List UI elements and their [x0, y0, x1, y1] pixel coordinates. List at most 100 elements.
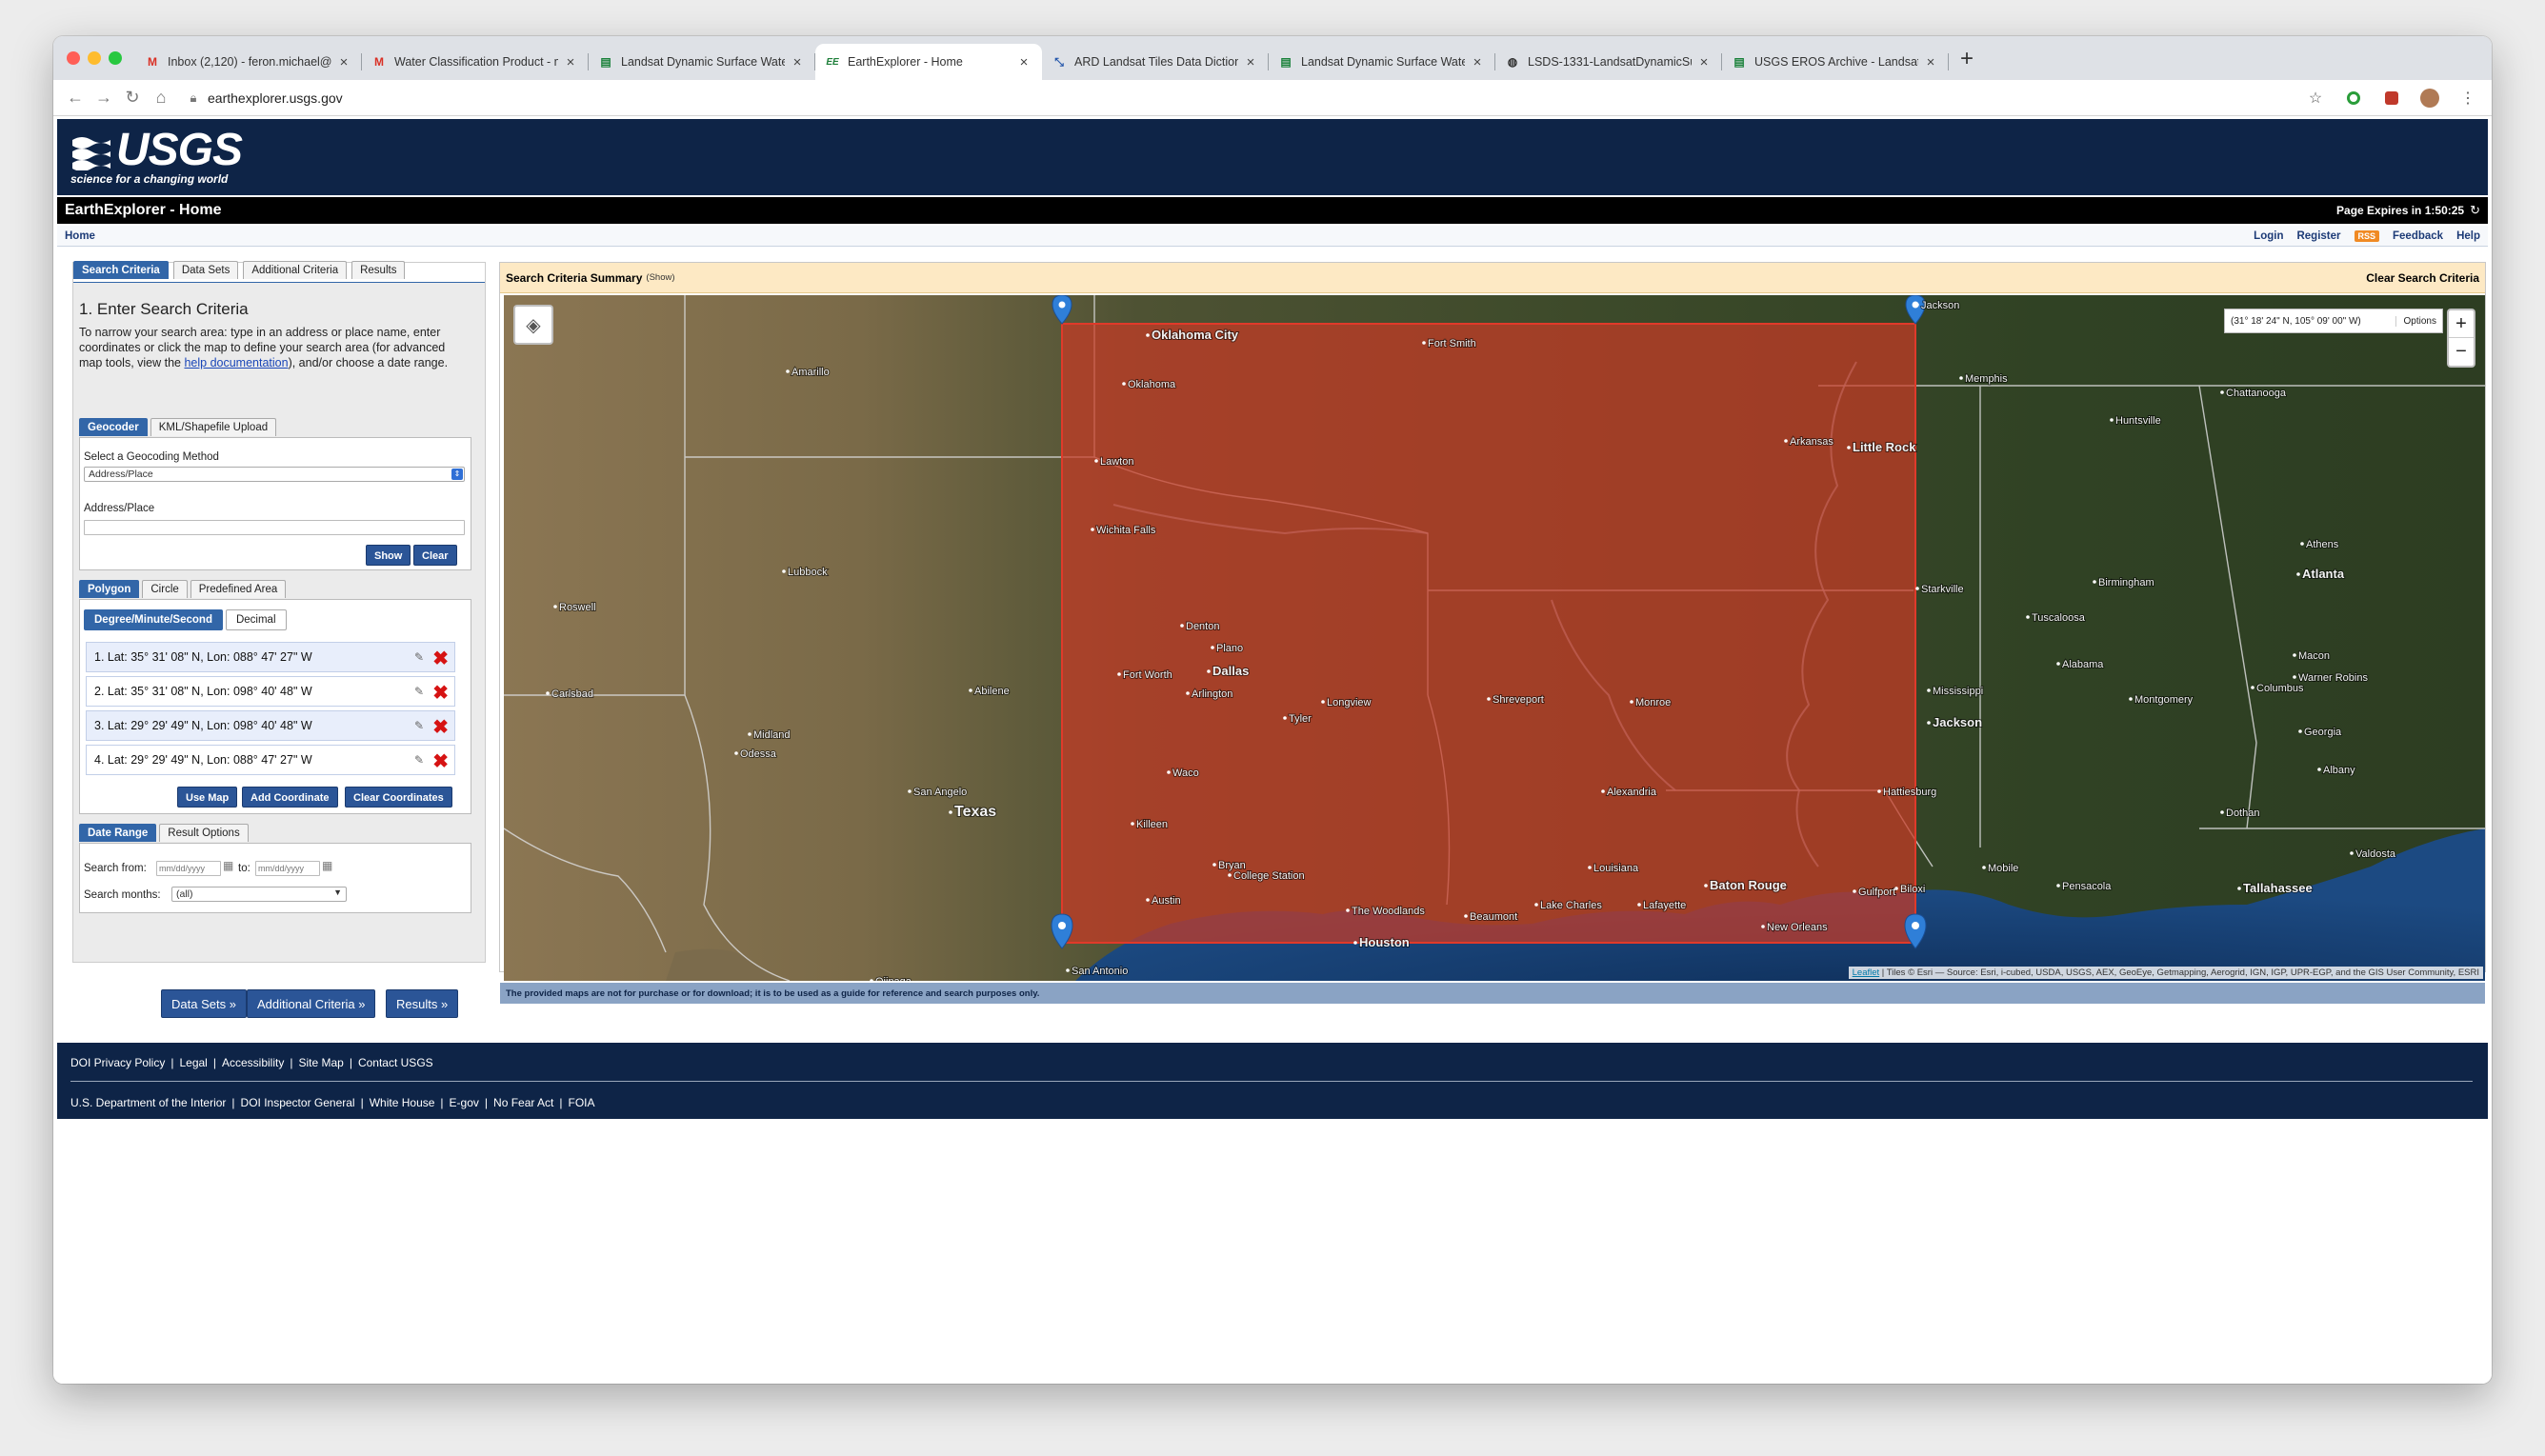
maximize-window-button[interactable]	[109, 51, 122, 65]
browser-tab[interactable]: ◍ LSDS-1331-LandsatDynamicSu ×	[1495, 44, 1722, 80]
clear-coordinates-button[interactable]: Clear Coordinates	[345, 787, 452, 808]
footer-link[interactable]: DOI Inspector General	[241, 1096, 355, 1109]
tab-geocoder[interactable]: Geocoder	[79, 418, 148, 436]
summary-show-link[interactable]: (Show)	[646, 272, 674, 283]
edit-icon[interactable]: ✎	[414, 650, 430, 664]
close-tab-icon[interactable]: ×	[562, 54, 579, 70]
coordinate-row[interactable]: 2. Lat: 35° 31' 08" N, Lon: 098° 40' 48"…	[86, 676, 455, 707]
coordinate-row[interactable]: 4. Lat: 29° 29' 49" N, Lon: 088° 47' 27"…	[86, 745, 455, 775]
edit-icon[interactable]: ✎	[414, 685, 430, 698]
additional-criteria-button[interactable]: Additional Criteria »	[247, 989, 376, 1018]
browser-tab[interactable]: ▤ Landsat Dynamic Surface Water ×	[1269, 44, 1495, 80]
use-map-button[interactable]: Use Map	[177, 787, 238, 808]
close-tab-icon[interactable]: ×	[789, 54, 806, 70]
browser-tab[interactable]: ⤡ ARD Landsat Tiles Data Diction ×	[1042, 44, 1269, 80]
tab-decimal[interactable]: Decimal	[225, 609, 287, 630]
zoom-in-button[interactable]: +	[2449, 310, 2474, 338]
login-link[interactable]: Login	[2254, 230, 2283, 242]
geo-method-select[interactable]: Address/Place ⇕	[84, 467, 465, 482]
help-link[interactable]: Help	[2456, 230, 2480, 242]
footer-link[interactable]: Accessibility	[222, 1056, 284, 1069]
footer-link[interactable]: U.S. Department of the Interior	[70, 1096, 226, 1109]
browser-tab[interactable]: EE EarthExplorer - Home ×	[815, 44, 1042, 80]
close-tab-icon[interactable]: ×	[1695, 54, 1713, 70]
tab-results[interactable]: Results	[351, 261, 406, 279]
add-coordinate-button[interactable]: Add Coordinate	[242, 787, 338, 808]
close-tab-icon[interactable]: ×	[1922, 54, 1939, 70]
minimize-window-button[interactable]	[88, 51, 101, 65]
date-to-input[interactable]	[255, 861, 320, 876]
footer-link[interactable]: No Fear Act	[493, 1096, 553, 1109]
feedback-link[interactable]: Feedback	[2393, 230, 2443, 242]
coordinate-options-button[interactable]: Options	[2395, 315, 2436, 327]
bookmark-star-icon[interactable]: ☆	[2303, 86, 2328, 110]
tab-result-options[interactable]: Result Options	[159, 824, 249, 842]
footer-link[interactable]: Contact USGS	[358, 1056, 433, 1069]
date-from-input[interactable]	[156, 861, 221, 876]
clear-search-criteria-link[interactable]: Clear Search Criteria	[2366, 271, 2479, 285]
tab-dms[interactable]: Degree/Minute/Second	[84, 609, 223, 630]
delete-icon[interactable]: ✖	[432, 749, 449, 773]
close-tab-icon[interactable]: ×	[1242, 54, 1259, 70]
data-sets-button[interactable]: Data Sets »	[161, 989, 247, 1018]
footer-link[interactable]: Legal	[179, 1056, 207, 1069]
browser-menu-icon[interactable]: ⋮	[2455, 86, 2480, 110]
months-select[interactable]: (all) ▼	[171, 887, 347, 902]
browser-tab[interactable]: ▤ USGS EROS Archive - Landsat ×	[1722, 44, 1949, 80]
tab-date-range[interactable]: Date Range	[79, 824, 157, 842]
footer-link[interactable]: FOIA	[569, 1096, 595, 1109]
delete-icon[interactable]: ✖	[432, 715, 449, 739]
profile-avatar[interactable]	[2417, 86, 2442, 110]
delete-icon[interactable]: ✖	[432, 647, 449, 670]
close-window-button[interactable]	[67, 51, 80, 65]
layers-icon[interactable]: ◈	[513, 305, 553, 345]
search-area-polygon[interactable]	[1061, 323, 1916, 944]
refresh-session-icon[interactable]: ↻	[2470, 203, 2480, 218]
footer-link[interactable]: DOI Privacy Policy	[70, 1056, 165, 1069]
new-tab-button[interactable]: +	[1960, 48, 1974, 70]
tab-predefined-area[interactable]: Predefined Area	[190, 580, 287, 598]
map[interactable]: Oklahoma City Amarillo Fort Smith Oklahoma A…	[504, 295, 2485, 981]
footer-link[interactable]: Site Map	[298, 1056, 343, 1069]
back-icon[interactable]: ←	[61, 88, 90, 108]
help-documentation-link[interactable]: help documentation	[184, 356, 288, 369]
usgs-logo[interactable]: USGS science for a changing world	[70, 127, 243, 187]
close-tab-icon[interactable]: ×	[335, 54, 352, 70]
tab-additional-criteria[interactable]: Additional Criteria	[243, 261, 348, 279]
close-tab-icon[interactable]: ×	[1015, 54, 1032, 70]
extension-red-icon[interactable]	[2379, 86, 2404, 110]
browser-tab[interactable]: ▤ Landsat Dynamic Surface Water ×	[589, 44, 815, 80]
clear-button[interactable]: Clear	[413, 545, 457, 566]
coordinate-row[interactable]: 3. Lat: 29° 29' 49" N, Lon: 098° 40' 48"…	[86, 710, 455, 741]
tab-polygon[interactable]: Polygon	[79, 580, 140, 598]
calendar-icon[interactable]: ▦	[322, 859, 332, 872]
browser-tab[interactable]: M Inbox (2,120) - feron.michael@g ×	[135, 44, 362, 80]
rss-icon[interactable]: RSS	[2354, 229, 2380, 242]
browser-tab[interactable]: M Water Classification Product - m ×	[362, 44, 589, 80]
edit-icon[interactable]: ✎	[414, 753, 430, 767]
reload-icon[interactable]: ↻	[118, 88, 147, 108]
calendar-icon[interactable]: ▦	[223, 859, 233, 872]
results-button[interactable]: Results »	[386, 989, 459, 1018]
show-button[interactable]: Show	[366, 545, 411, 566]
satellite-map[interactable]: Oklahoma City Amarillo Fort Smith Oklahoma A…	[504, 295, 2485, 981]
tab-kml-upload[interactable]: KML/Shapefile Upload	[150, 418, 277, 436]
footer-link[interactable]: E-gov	[450, 1096, 479, 1109]
home-icon[interactable]: ⌂	[147, 88, 175, 108]
leaflet-link[interactable]: Leaflet	[1853, 967, 1880, 978]
address-input[interactable]	[84, 520, 465, 535]
forward-icon[interactable]: →	[90, 88, 118, 108]
edit-icon[interactable]: ✎	[414, 719, 430, 732]
tab-data-sets[interactable]: Data Sets	[172, 261, 239, 279]
tab-search-criteria[interactable]: Search Criteria	[73, 261, 169, 279]
close-tab-icon[interactable]: ×	[1469, 54, 1486, 70]
coordinate-row[interactable]: 1. Lat: 35° 31' 08" N, Lon: 088° 47' 27"…	[86, 642, 455, 672]
delete-icon[interactable]: ✖	[432, 681, 449, 705]
url-field[interactable]: earthexplorer.usgs.gov	[208, 90, 343, 106]
footer-link[interactable]: White House	[370, 1096, 435, 1109]
extension-green-icon[interactable]	[2341, 86, 2366, 110]
zoom-out-button[interactable]: −	[2449, 338, 2474, 366]
register-link[interactable]: Register	[2296, 230, 2340, 242]
tab-circle[interactable]: Circle	[142, 580, 188, 598]
home-link[interactable]: Home	[65, 230, 95, 242]
